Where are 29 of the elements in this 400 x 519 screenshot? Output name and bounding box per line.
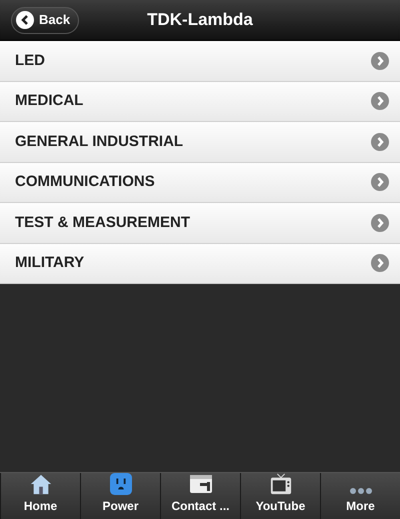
- category-label: LED: [15, 50, 45, 70]
- chevron-icon: [371, 214, 389, 232]
- tab[interactable]: Power: [80, 473, 160, 519]
- back-button[interactable]: Back: [11, 6, 80, 34]
- chevron-icon: [371, 132, 389, 151]
- chevron-icon: [371, 52, 389, 70]
- power-outlet-icon: [108, 473, 134, 495]
- category-item[interactable]: MEDICAL: [0, 82, 400, 122]
- category-item[interactable]: LED: [0, 41, 400, 82]
- card-icon: [188, 473, 212, 495]
- category-label: GENERAL INDUSTRIAL: [15, 132, 184, 152]
- page-title: TDK-Lambda: [147, 9, 253, 32]
- category-item[interactable]: COMMUNICATIONS: [0, 162, 400, 203]
- category-label: MILITARY: [15, 253, 84, 273]
- tab[interactable]: Contact ...: [160, 473, 240, 519]
- category-item[interactable]: GENERAL INDUSTRIAL: [0, 122, 400, 162]
- chevron-icon: [371, 173, 389, 192]
- tab[interactable]: More: [320, 473, 400, 519]
- category-label: TEST & MEASUREMENT: [15, 212, 190, 232]
- tab[interactable]: Home: [0, 473, 80, 519]
- category-item[interactable]: MILITARY: [0, 244, 400, 284]
- category-item[interactable]: TEST & MEASUREMENT: [0, 203, 400, 244]
- chevron-icon: [371, 92, 389, 110]
- tab[interactable]: YouTube: [240, 473, 320, 519]
- more-icon: [348, 487, 372, 495]
- category-label: MEDICAL: [15, 91, 84, 111]
- category-label: COMMUNICATIONS: [15, 172, 155, 192]
- chevron-icon: [371, 254, 389, 272]
- house-icon: [28, 473, 52, 495]
